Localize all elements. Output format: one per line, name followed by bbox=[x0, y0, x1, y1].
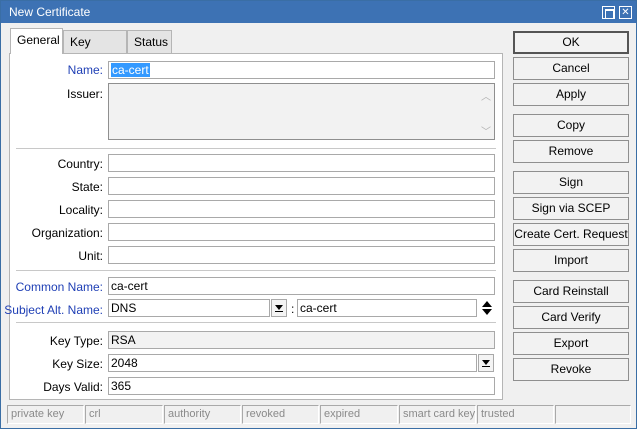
key-type-label: Key Type: bbox=[49, 334, 103, 348]
apply-button[interactable]: Apply bbox=[513, 83, 629, 106]
title-bar: New Certificate ✕ bbox=[1, 1, 636, 23]
status-revoked: revoked bbox=[242, 405, 319, 424]
sign-via-scep-button[interactable]: Sign via SCEP bbox=[513, 197, 629, 220]
san-value-field[interactable]: ca-cert bbox=[297, 299, 477, 317]
scroll-down-icon[interactable]: ﹀ bbox=[481, 123, 491, 138]
close-icon[interactable]: ✕ bbox=[619, 6, 632, 19]
locality-label: Locality: bbox=[58, 203, 103, 217]
state-label: State: bbox=[71, 180, 103, 194]
san-type-select[interactable]: DNS bbox=[108, 299, 270, 317]
tab-key-usage[interactable]: Key Usage bbox=[63, 30, 127, 71]
key-type-field: RSA bbox=[108, 331, 495, 349]
copy-button[interactable]: Copy bbox=[513, 114, 629, 137]
maximize-icon[interactable] bbox=[602, 6, 615, 19]
organization-field[interactable] bbox=[108, 223, 495, 241]
common-name-field[interactable]: ca-cert bbox=[108, 277, 495, 295]
general-panel: Name: ca-cert Issuer: ︿ ﹀ Country: State… bbox=[4, 53, 503, 400]
status-crl: crl bbox=[85, 405, 163, 424]
name-field[interactable]: ca-cert bbox=[108, 61, 495, 79]
ok-button[interactable]: OK bbox=[513, 31, 629, 54]
cancel-button[interactable]: Cancel bbox=[513, 57, 629, 80]
separator bbox=[16, 322, 496, 324]
status-empty bbox=[555, 405, 631, 424]
sign-button[interactable]: Sign bbox=[513, 171, 629, 194]
country-label: Country: bbox=[57, 157, 103, 171]
window-title: New Certificate bbox=[9, 5, 91, 19]
common-name-label: Common Name: bbox=[15, 280, 103, 294]
subject-alt-name-label: Subject Alt. Name: bbox=[4, 303, 103, 317]
status-expired: expired bbox=[320, 405, 398, 424]
card-verify-button[interactable]: Card Verify bbox=[513, 306, 629, 329]
status-authority: authority bbox=[164, 405, 241, 424]
san-separator: : bbox=[291, 302, 295, 316]
days-valid-label: Days Valid: bbox=[43, 380, 103, 394]
issuer-label: Issuer: bbox=[66, 87, 103, 101]
status-trusted: trusted bbox=[477, 405, 554, 424]
tab-status[interactable]: Status bbox=[127, 30, 172, 53]
tab-general[interactable]: General bbox=[10, 28, 63, 54]
status-private-key: private key bbox=[7, 405, 84, 424]
days-valid-field[interactable]: 365 bbox=[108, 377, 495, 395]
organization-label: Organization: bbox=[31, 226, 103, 240]
key-size-select[interactable]: 2048 bbox=[108, 354, 477, 372]
san-updown-icon[interactable] bbox=[482, 299, 492, 317]
status-bar: private key crl authority revoked expire… bbox=[5, 405, 633, 425]
country-field[interactable] bbox=[108, 154, 495, 172]
revoke-button[interactable]: Revoke bbox=[513, 358, 629, 381]
separator bbox=[16, 270, 496, 272]
unit-field[interactable] bbox=[108, 246, 495, 264]
name-value: ca-cert bbox=[111, 63, 150, 77]
unit-label: Unit: bbox=[78, 249, 103, 263]
key-size-label: Key Size: bbox=[52, 357, 103, 371]
name-label: Name: bbox=[67, 63, 103, 77]
import-button[interactable]: Import bbox=[513, 249, 629, 272]
issuer-field[interactable] bbox=[108, 83, 495, 140]
card-reinstall-button[interactable]: Card Reinstall bbox=[513, 280, 629, 303]
san-type-dropdown-icon[interactable] bbox=[271, 299, 287, 317]
new-certificate-window: New Certificate ✕ General Key Usage Stat… bbox=[0, 0, 637, 429]
remove-button[interactable]: Remove bbox=[513, 140, 629, 163]
key-size-dropdown-icon[interactable] bbox=[478, 354, 494, 372]
separator bbox=[16, 148, 496, 150]
scroll-up-icon[interactable]: ︿ bbox=[481, 88, 491, 103]
state-field[interactable] bbox=[108, 177, 495, 195]
export-button[interactable]: Export bbox=[513, 332, 629, 355]
locality-field[interactable] bbox=[108, 200, 495, 218]
status-smart-card-key: smart card key bbox=[399, 405, 476, 424]
create-cert-request-button[interactable]: Create Cert. Request bbox=[513, 223, 629, 246]
